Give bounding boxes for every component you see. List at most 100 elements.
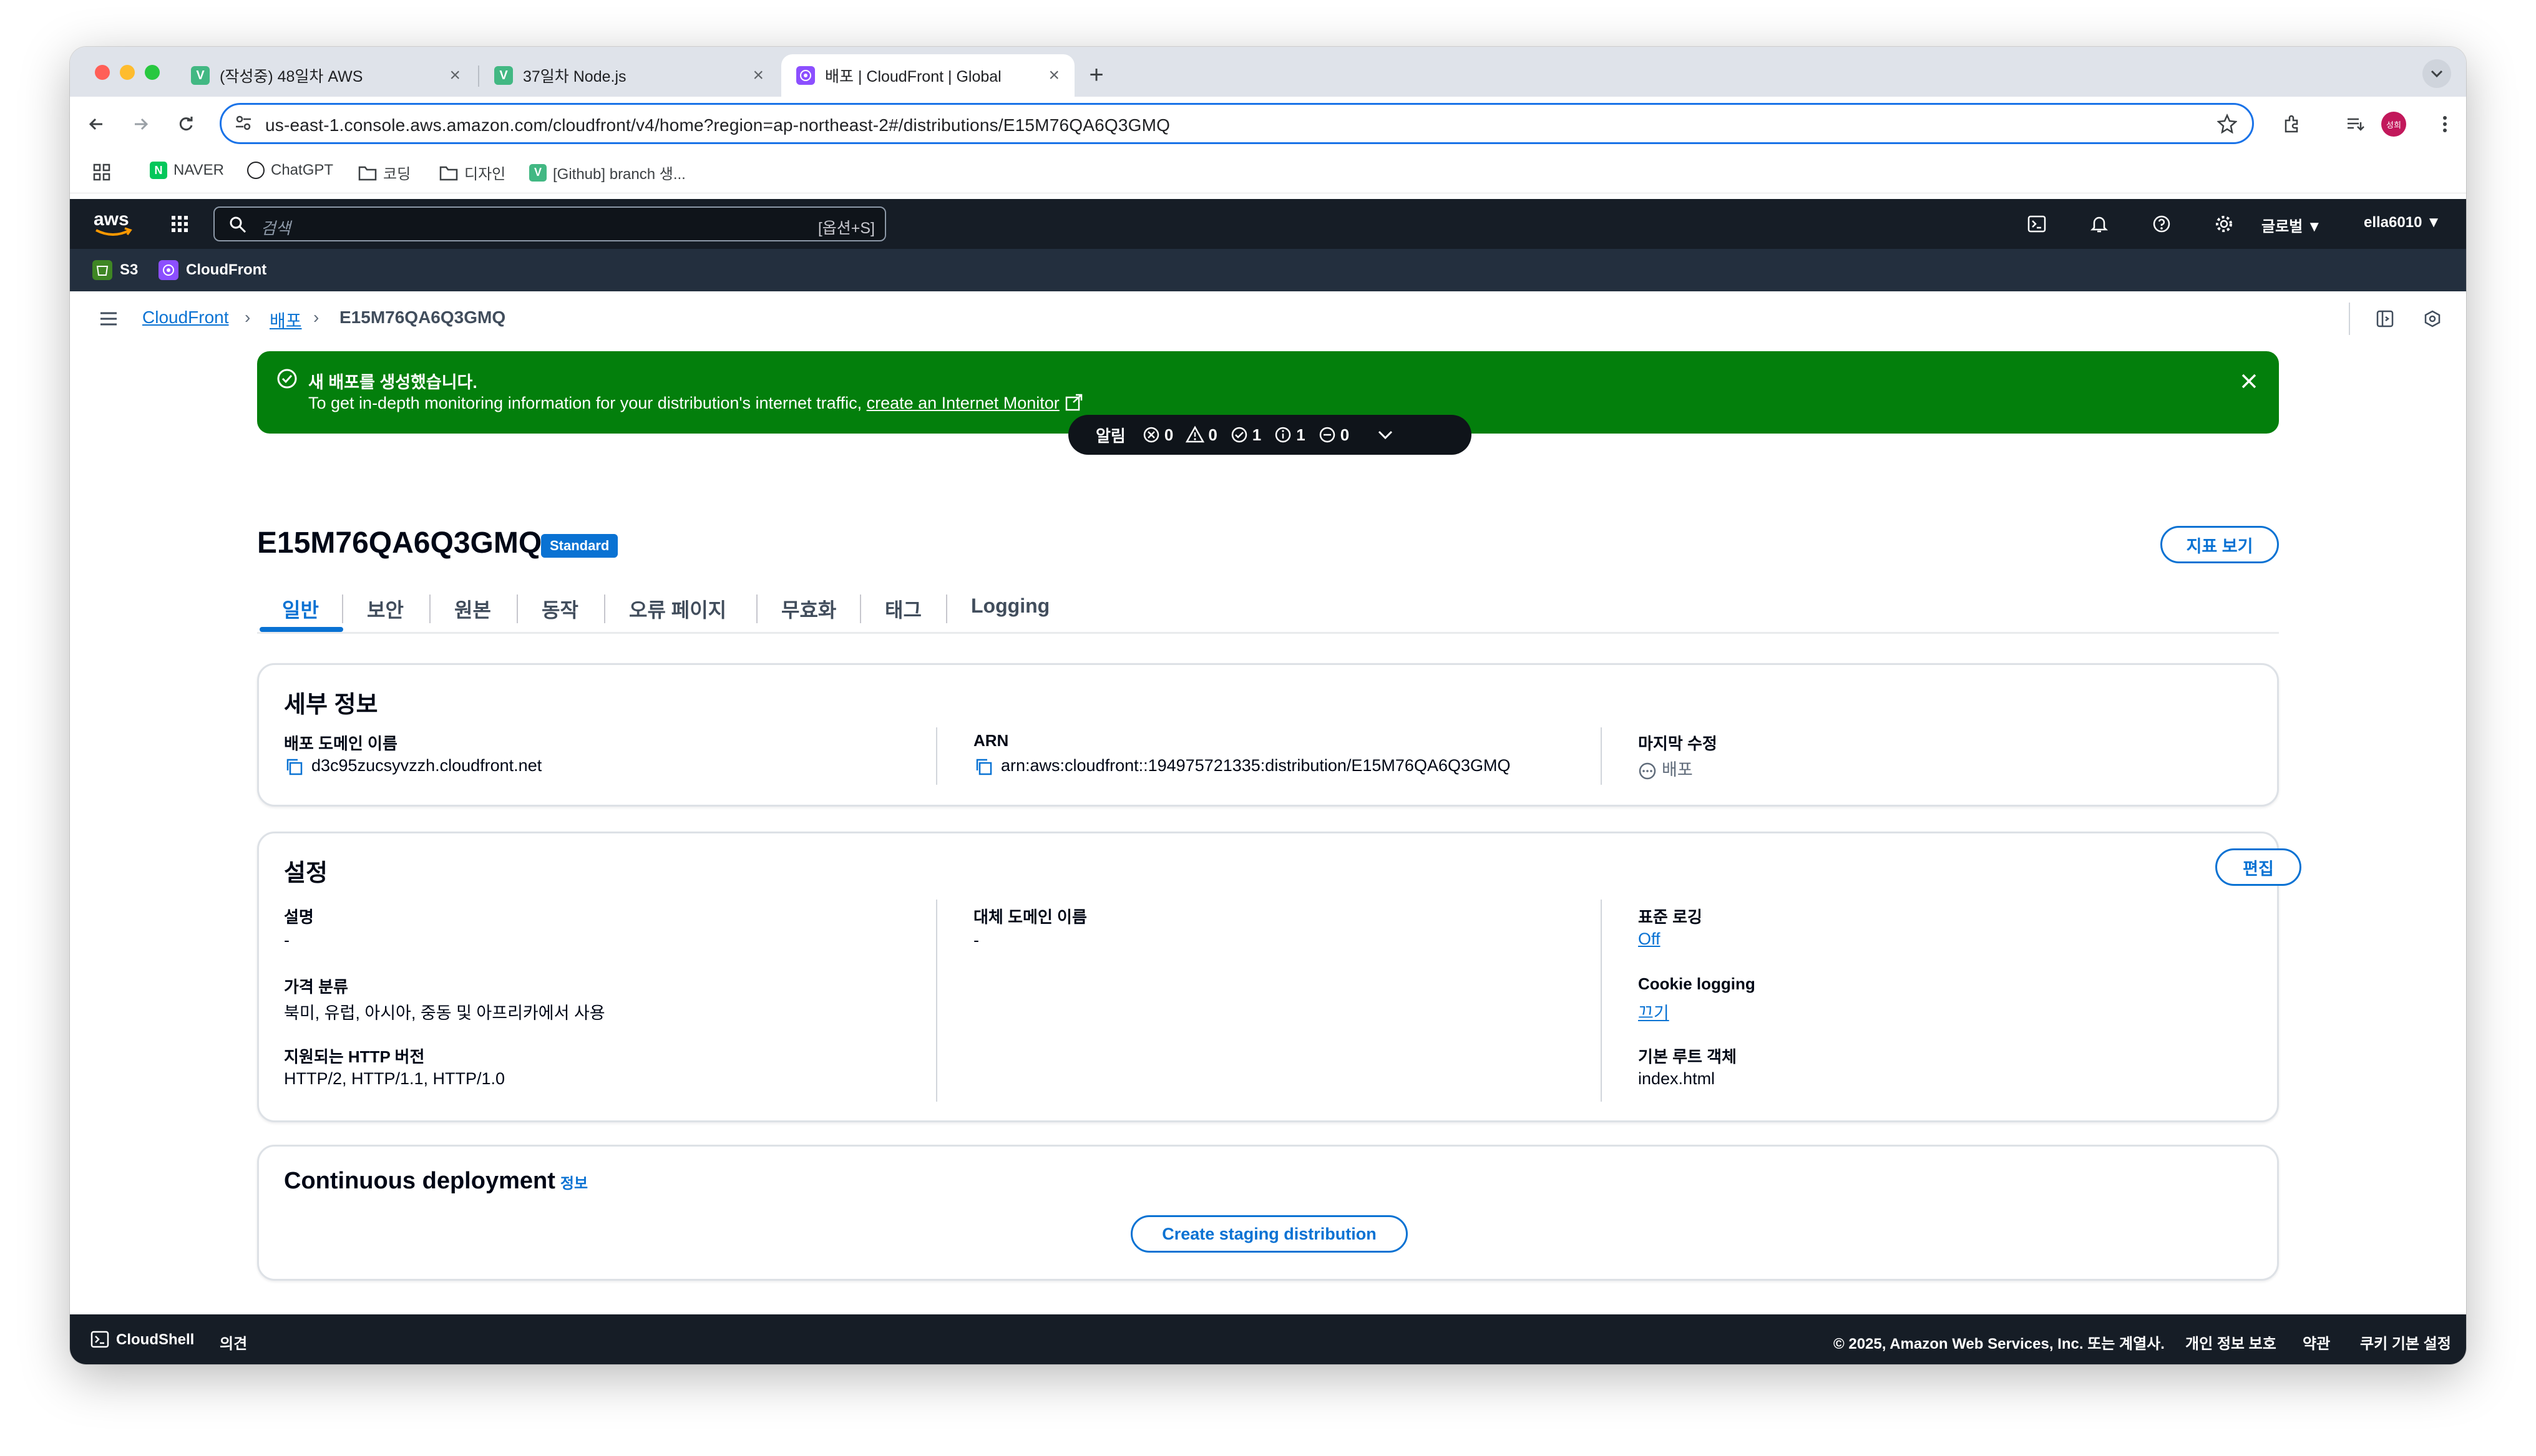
tab-tags[interactable]: 태그 [885,595,922,623]
edit-settings-button[interactable]: 편집 [2215,848,2301,886]
view-metrics-button[interactable]: 지표 보기 [2160,526,2279,563]
privacy-link[interactable]: 개인 정보 보호 [2185,1331,2276,1353]
details-heading: 세부 정보 [284,692,378,718]
close-window-button[interactable] [95,65,110,80]
bookmark-star-icon[interactable] [2217,113,2238,137]
domain-label: 배포 도메인 이름 [284,734,397,753]
bookmark-folder-design[interactable]: 디자인 [439,162,505,183]
last-modified-label: 마지막 수정 [1638,734,1717,753]
breadcrumb-distributions[interactable]: 배포 [270,308,302,332]
settings-card: 설정 편집 설명 - 가격 분류 북미, 유럽, 아시아, 중동 및 아프리카에… [257,832,2301,1122]
folder-icon [439,165,458,181]
preferences-icon[interactable] [2419,305,2446,332]
standard-logging-value[interactable]: Off [1638,929,1661,949]
close-tab-icon[interactable]: × [449,65,461,86]
domain-value: d3c95zucsyvzzh.cloudfront.net [311,756,542,775]
arn-label: ARN [973,731,1009,750]
tab-divider [517,595,518,623]
tab-error-pages[interactable]: 오류 페이지 [629,595,726,623]
bookmark-label: ChatGPT [271,162,334,178]
default-root-label: 기본 루트 객체 [1638,1047,1737,1066]
aws-logo-icon[interactable]: aws [92,208,134,240]
column-divider [1601,727,1602,785]
cloudshell-icon[interactable] [90,1329,110,1352]
cookie-logging-value[interactable]: 끄기 [1638,999,1669,1024]
cloudshell-link[interactable]: CloudShell [116,1331,194,1349]
tab-security[interactable]: 보안 [367,595,404,623]
profile-avatar[interactable]: 성희 [2381,112,2406,137]
chevron-down-icon[interactable] [1377,429,1394,441]
domain-value-row: d3c95zucsyvzzh.cloudfront.net [284,756,542,777]
internet-monitor-link[interactable]: create an Internet Monitor [867,394,1060,412]
minimize-window-button[interactable] [120,65,135,80]
tab-logging[interactable]: Logging [971,595,1050,618]
favorite-cloudfront[interactable]: CloudFront [158,260,266,280]
settings-gear-icon[interactable] [2212,211,2236,236]
price-class-label: 가격 분류 [284,978,348,996]
reload-icon[interactable] [172,110,200,138]
close-tab-icon[interactable]: × [753,65,764,86]
maximize-window-button[interactable] [145,65,160,80]
bookmark-github-branch[interactable]: V [Github] branch 생... [529,162,686,183]
chrome-menu-icon[interactable] [2431,110,2459,138]
tab-title: 배포 | CloudFront | Global [825,68,1002,85]
bookmark-chatgpt[interactable]: ChatGPT [247,162,333,179]
account-menu[interactable]: ella6010 ▼ [2364,214,2441,231]
help-icon[interactable] [2149,211,2174,236]
browser-tab-2[interactable]: V 37일차 Node.js × [479,54,779,97]
bookmark-label: [Github] branch 생... [553,166,686,183]
browser-window: V (작성중) 48일차 AWS × V 37일차 Node.js × 배포 |… [70,47,2466,1364]
cloudshell-icon[interactable] [2024,211,2049,236]
bookmark-folder-coding[interactable]: 코딩 [358,162,411,183]
info-link[interactable]: 정보 [560,1175,588,1192]
address-bar[interactable]: us-east-1.console.aws.amazon.com/cloudfr… [220,103,2254,144]
new-tab-icon[interactable]: + [1081,59,1112,90]
chevron-right-icon: › [313,308,319,327]
vue-icon: V [494,66,513,85]
cookie-preferences-link[interactable]: 쿠키 기본 설정 [2360,1331,2451,1353]
feedback-link[interactable]: 의견 [220,1331,247,1353]
bookmark-label: NAVER [173,162,224,178]
tab-invalidations[interactable]: 무효화 [781,595,836,623]
reading-list-icon[interactable] [2341,110,2369,138]
favorite-s3[interactable]: S3 [92,260,138,280]
bookmark-naver[interactable]: N NAVER [150,162,224,179]
error-icon [1143,427,1159,443]
search-icon [228,215,247,237]
services-menu-icon[interactable] [167,211,192,236]
create-staging-button[interactable]: Create staging distribution [1131,1215,1408,1253]
aws-search-input[interactable]: 검색 [옵션+S] [213,206,886,241]
browser-tab-1[interactable]: V (작성중) 48일차 AWS × [176,54,476,97]
hamburger-menu-icon[interactable] [95,305,122,332]
tab-strip: V (작성중) 48일차 AWS × V 37일차 Node.js × 배포 |… [70,47,2466,97]
description-label: 설명 [284,908,314,926]
breadcrumb-cloudfront[interactable]: CloudFront [142,308,229,328]
back-icon[interactable] [82,110,110,138]
extensions-icon[interactable] [2278,110,2305,138]
notification-bar[interactable]: 알림 0 0 1 1 0 [1068,415,1471,455]
site-settings-icon[interactable] [234,114,253,135]
copy-icon[interactable] [973,757,993,777]
flash-message-text: To get in-depth monitoring information f… [308,394,867,412]
forward-icon[interactable] [127,110,155,138]
browser-toolbar: us-east-1.console.aws.amazon.com/cloudfr… [70,97,2466,152]
terms-link[interactable]: 약관 [2303,1331,2330,1353]
close-tab-icon[interactable]: × [1048,65,1060,86]
apps-grid-icon[interactable] [92,163,111,185]
alt-domain-label: 대체 도메인 이름 [973,908,1087,926]
divider [2349,303,2350,335]
tab-origins[interactable]: 원본 [454,595,491,623]
tab-general[interactable]: 일반 [282,595,319,623]
count-value: 0 [1164,425,1174,444]
dismiss-close-icon[interactable] [2236,369,2261,394]
tab-behaviors[interactable]: 동작 [542,595,578,623]
split-panel-icon[interactable] [2371,305,2399,332]
copy-icon[interactable] [284,757,304,777]
tab-search-icon[interactable] [2422,59,2451,88]
region-selector[interactable]: 글로벌 ▼ [2261,214,2322,236]
notifications-bell-icon[interactable] [2087,211,2112,236]
tab-title: (작성중) 48일차 AWS [220,68,363,85]
favorite-label: S3 [120,261,139,278]
browser-tab-3[interactable]: 배포 | CloudFront | Global × [781,54,1075,97]
column-divider [1601,900,1602,1102]
